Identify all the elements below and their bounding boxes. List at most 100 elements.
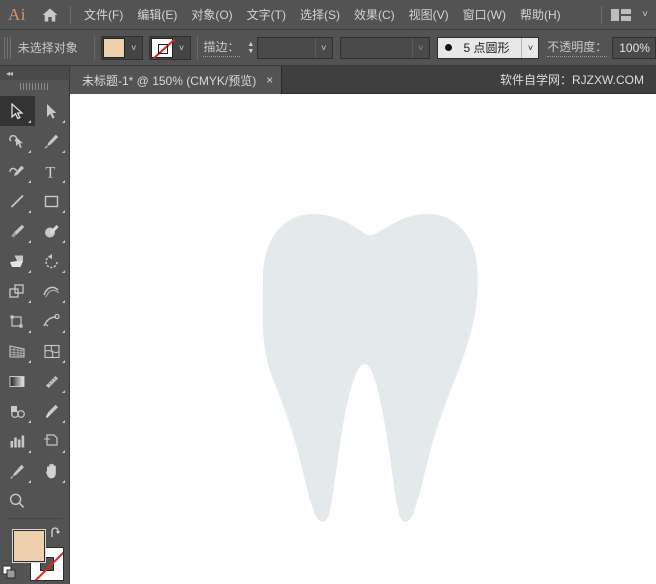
tool-flyout-indicator bbox=[62, 240, 65, 243]
tool-flyout-indicator bbox=[28, 450, 31, 453]
tool-row bbox=[0, 336, 69, 366]
swap-fill-stroke-icon[interactable] bbox=[50, 527, 63, 542]
line-segment-tool[interactable] bbox=[0, 186, 35, 216]
perspective-grid-tool[interactable] bbox=[0, 336, 35, 366]
tooth-shape[interactable] bbox=[70, 94, 656, 584]
opacity-value[interactable]: 100% bbox=[612, 37, 656, 59]
gradient-tool[interactable] bbox=[0, 366, 35, 396]
brush-definition-field[interactable]: 5 点圆形 ˅ bbox=[437, 37, 539, 59]
column-graph-tool[interactable] bbox=[0, 426, 35, 456]
menu-divider bbox=[70, 6, 71, 24]
collapse-panel-icon[interactable]: ◂◂ bbox=[6, 69, 12, 78]
stroke-swatch-none[interactable] bbox=[151, 38, 173, 58]
tool-flyout-indicator bbox=[28, 180, 31, 183]
opacity-label[interactable]: 不透明度： bbox=[547, 38, 607, 57]
app-logo: Ai bbox=[0, 0, 34, 30]
control-bar-grip[interactable] bbox=[4, 37, 13, 59]
tool-flyout-indicator bbox=[62, 330, 65, 333]
fill-stroke-controls bbox=[0, 525, 69, 584]
menu-effect[interactable]: 效果(C) bbox=[347, 4, 402, 26]
home-icon[interactable] bbox=[34, 0, 66, 30]
tool-row bbox=[0, 126, 69, 156]
curvature-tool[interactable] bbox=[0, 156, 35, 186]
tool-flyout-indicator bbox=[28, 360, 31, 363]
menu-bar: Ai 文件(F) 编辑(E) 对象(O) 文字(T) 选择(S) 效果(C) 视… bbox=[0, 0, 656, 30]
tool-row bbox=[0, 306, 69, 336]
magic-wand-tool[interactable] bbox=[0, 126, 35, 156]
stroke-weight-chevron-icon[interactable]: ˅ bbox=[315, 38, 332, 58]
tool-flyout-indicator bbox=[28, 480, 31, 483]
tool-row bbox=[0, 426, 69, 456]
tool-flyout-indicator bbox=[62, 420, 65, 423]
tool-row bbox=[0, 276, 69, 306]
watermark-text: 软件自学网：RJZXW.COM bbox=[500, 66, 656, 93]
width-tool[interactable] bbox=[35, 276, 70, 306]
artboard-canvas[interactable] bbox=[70, 94, 656, 584]
tool-flyout-indicator bbox=[28, 120, 31, 123]
menu-edit[interactable]: 编辑(E) bbox=[130, 4, 184, 26]
tool-row bbox=[0, 456, 69, 486]
slice-tool[interactable] bbox=[0, 456, 35, 486]
tool-flyout-indicator bbox=[28, 270, 31, 273]
hand-tool[interactable] bbox=[35, 456, 70, 486]
artboard-tool[interactable] bbox=[35, 426, 70, 456]
tool-grid: T bbox=[0, 92, 69, 516]
fill-color-control[interactable]: ˅ bbox=[101, 36, 143, 60]
tool-flyout-indicator bbox=[62, 150, 65, 153]
tools-panel-grip[interactable] bbox=[0, 80, 69, 92]
fill-swatch[interactable] bbox=[103, 38, 125, 58]
tool-row bbox=[0, 396, 69, 426]
stroke-color-control[interactable]: ˅ bbox=[149, 36, 191, 60]
mesh-tool[interactable] bbox=[35, 336, 70, 366]
document-tab[interactable]: 未标题-1* @ 150% (CMYK/预览) × bbox=[70, 66, 282, 94]
tool-flyout-indicator bbox=[28, 150, 31, 153]
stroke-dropdown-chevron-icon[interactable]: ˅ bbox=[174, 37, 190, 59]
menu-file[interactable]: 文件(F) bbox=[77, 4, 130, 26]
tool-row bbox=[0, 486, 69, 516]
brush-chevron-icon[interactable]: ˅ bbox=[521, 38, 538, 58]
menu-select[interactable]: 选择(S) bbox=[293, 4, 347, 26]
tool-flyout-indicator bbox=[28, 300, 31, 303]
tools-panel-header[interactable]: ◂◂ bbox=[0, 66, 69, 80]
shape-builder-tool[interactable] bbox=[35, 306, 70, 336]
chevron-down-icon[interactable]: ˅ bbox=[642, 9, 648, 20]
selection-tool[interactable] bbox=[0, 96, 35, 126]
rectangle-tool[interactable] bbox=[35, 186, 70, 216]
shaper-tool[interactable] bbox=[35, 216, 70, 246]
stroke-profile-chevron-icon[interactable]: ˅ bbox=[412, 38, 429, 58]
tool-flyout-indicator bbox=[62, 480, 65, 483]
tools-panel: ◂◂ bbox=[0, 66, 70, 584]
stroke-profile-field[interactable]: ˅ bbox=[340, 37, 429, 59]
brush-definition-value[interactable]: 5 点圆形 bbox=[457, 39, 515, 56]
fill-color-swatch[interactable] bbox=[12, 529, 46, 563]
eraser-tool[interactable] bbox=[0, 246, 35, 276]
menu-window[interactable]: 窗口(W) bbox=[456, 4, 513, 26]
pen-tool[interactable] bbox=[35, 126, 70, 156]
rotate-tool[interactable] bbox=[35, 246, 70, 276]
measure-tool[interactable] bbox=[35, 366, 70, 396]
type-tool[interactable]: T bbox=[35, 156, 70, 186]
paintbrush-tool[interactable] bbox=[0, 216, 35, 246]
scale-tool[interactable] bbox=[0, 276, 35, 306]
menu-view[interactable]: 视图(V) bbox=[402, 4, 456, 26]
tool-flyout-indicator bbox=[62, 180, 65, 183]
free-transform-tool[interactable] bbox=[0, 306, 35, 336]
menu-divider-right bbox=[601, 6, 602, 24]
fill-dropdown-chevron-icon[interactable]: ˅ bbox=[126, 37, 142, 59]
stroke-weight-field[interactable]: ˅ bbox=[257, 37, 333, 59]
menu-help[interactable]: 帮助(H) bbox=[513, 4, 568, 26]
tool-flyout-indicator bbox=[62, 270, 65, 273]
eyedropper-tool[interactable] bbox=[35, 396, 70, 426]
menu-object[interactable]: 对象(O) bbox=[184, 4, 239, 26]
tool-row: T bbox=[0, 156, 69, 186]
stroke-weight-stepper[interactable]: ▲▼ bbox=[245, 37, 258, 59]
default-fill-stroke-icon[interactable] bbox=[2, 565, 17, 584]
stroke-weight-label[interactable]: 描边： bbox=[203, 38, 239, 57]
control-separator-1 bbox=[94, 36, 95, 60]
zoom-tool[interactable] bbox=[0, 486, 35, 516]
menu-type[interactable]: 文字(T) bbox=[240, 4, 293, 26]
close-icon[interactable]: × bbox=[266, 74, 273, 86]
direct-selection-tool[interactable] bbox=[35, 96, 70, 126]
blend-tool[interactable] bbox=[0, 396, 35, 426]
arrange-documents-icon[interactable] bbox=[610, 7, 632, 23]
